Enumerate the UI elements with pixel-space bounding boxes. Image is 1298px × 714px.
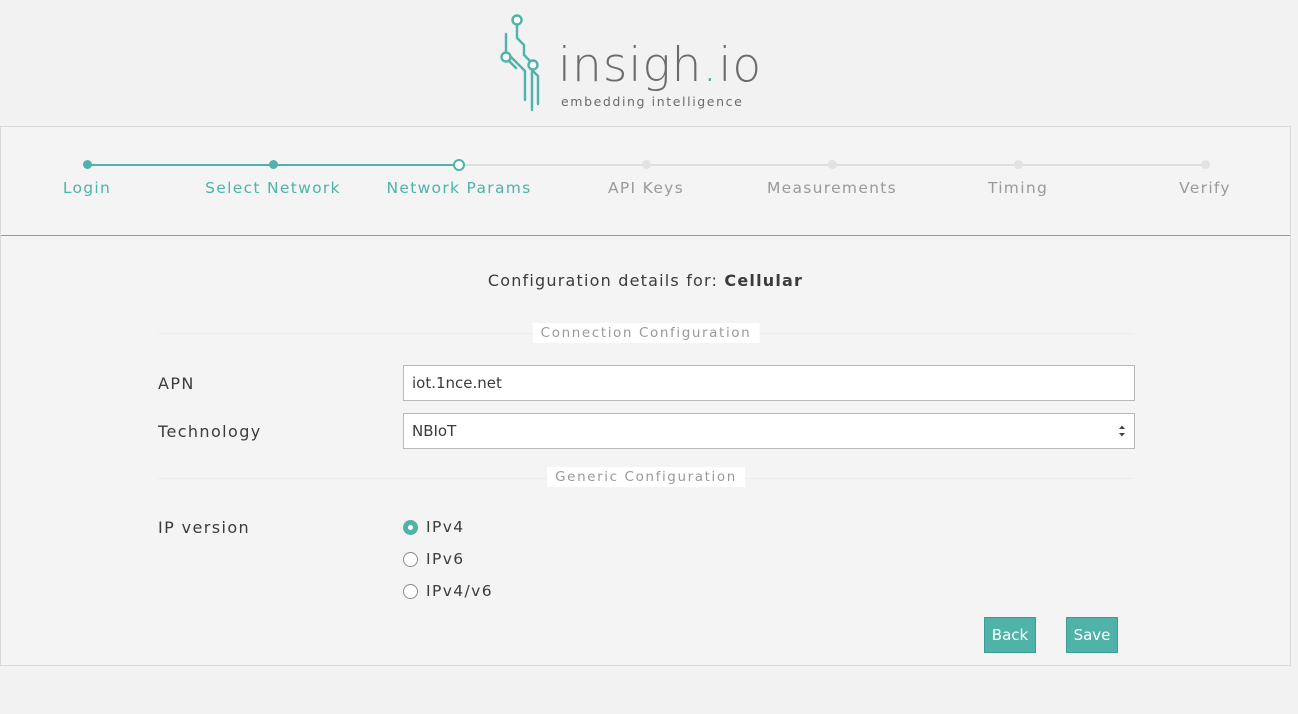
ip-version-option-label: IPv4/v6 [426, 582, 494, 600]
ip-version-option-label: IPv6 [426, 550, 465, 568]
apn-label: APN [158, 374, 195, 393]
connection-section-title: Connection Configuration [532, 323, 760, 343]
insigh-io-logo: insigh.io embedding intelligence [498, 12, 798, 114]
step-select-network[interactable]: Select Network [205, 179, 341, 197]
ip-version-option-ipv6[interactable]: IPv6 [403, 550, 465, 568]
progress-stepper: Login Select Network Network Params API … [1, 127, 1290, 236]
radio-unchecked-icon[interactable] [403, 583, 418, 599]
logo-tagline: embedding intelligence [561, 94, 744, 109]
radio-unchecked-icon[interactable] [403, 551, 418, 567]
step-measurements-dot-icon [827, 160, 837, 169]
step-login-dot-icon [82, 160, 92, 169]
config-title-prefix: Configuration details for: [487, 271, 719, 290]
step-network-params[interactable]: Network Params [386, 179, 531, 197]
config-title-network: Cellular [724, 271, 804, 290]
back-button[interactable]: Back [984, 617, 1036, 653]
technology-label: Technology [158, 422, 262, 441]
radio-checked-icon[interactable] [403, 519, 418, 535]
logo-wordmark-dot: . [702, 38, 719, 93]
step-verify: Verify [1179, 179, 1231, 197]
step-verify-dot-icon [1200, 160, 1210, 169]
step-measurements: Measurements [766, 179, 898, 197]
circuit-logo-icon [500, 14, 540, 112]
step-api-keys: API Keys [607, 179, 685, 197]
ip-version-option-ipv4[interactable]: IPv4 [403, 518, 465, 536]
step-select-network-dot-icon [268, 160, 278, 169]
ip-version-option-ipv4-v6[interactable]: IPv4/v6 [403, 582, 493, 600]
select-updown-icon [1119, 425, 1125, 437]
apn-input[interactable] [403, 365, 1135, 401]
logo-wordmark: insigh.io [558, 42, 762, 89]
ip-version-option-label: IPv4 [426, 518, 465, 536]
wizard-panel: Login Select Network Network Params API … [0, 126, 1291, 666]
save-button[interactable]: Save [1066, 617, 1118, 653]
technology-select-value: NBIoT [412, 422, 457, 440]
technology-select[interactable]: NBIoT [403, 413, 1135, 449]
logo-wordmark-end: io [718, 38, 763, 93]
step-login[interactable]: Login [63, 179, 111, 197]
ip-version-label: IP version [158, 518, 251, 537]
generic-section-title: Generic Configuration [547, 467, 745, 487]
logo-wordmark-main: insigh [558, 38, 703, 93]
step-timing-dot-icon [1013, 160, 1023, 169]
config-title: Configuration details for: Cellular [1, 271, 1290, 290]
step-network-params-dot-icon [453, 159, 465, 171]
step-timing: Timing [987, 179, 1049, 197]
step-api-keys-dot-icon [641, 160, 651, 169]
